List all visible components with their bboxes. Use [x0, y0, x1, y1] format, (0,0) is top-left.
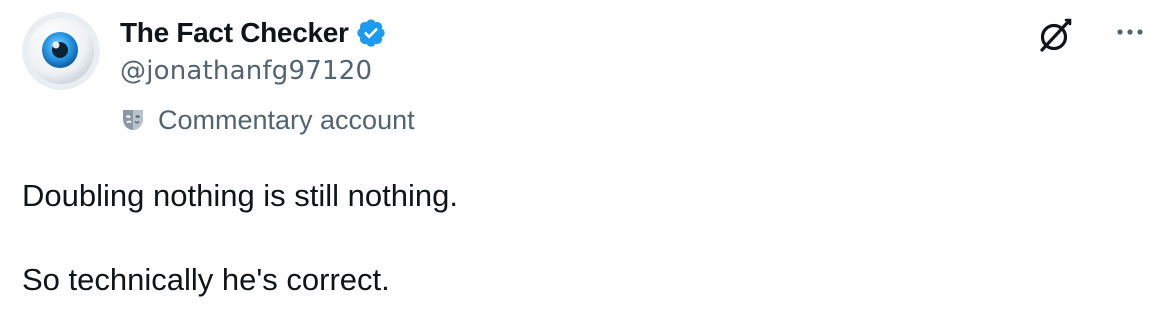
- verified-badge-icon[interactable]: [355, 17, 387, 49]
- tweet-text: Doubling nothing is still nothing. So te…: [22, 175, 1142, 301]
- display-name[interactable]: The Fact Checker: [120, 17, 349, 49]
- grok-icon: [1040, 18, 1072, 52]
- account-label[interactable]: Commentary account: [120, 100, 415, 140]
- more-horizontal-icon: [1117, 29, 1143, 35]
- name-row: The Fact Checker: [120, 14, 387, 52]
- tweet-card: The Fact Checker @jonathanfg97120 Commen…: [0, 0, 1172, 322]
- grok-button[interactable]: [1036, 16, 1074, 54]
- tweet-header: The Fact Checker @jonathanfg97120: [120, 14, 387, 88]
- eyeball-avatar-icon: [22, 12, 100, 90]
- avatar[interactable]: [22, 12, 100, 90]
- more-options-button[interactable]: [1110, 16, 1150, 48]
- tweet-paragraph: So technically he's correct.: [22, 262, 390, 297]
- tweet-paragraph: Doubling nothing is still nothing.: [22, 178, 458, 213]
- handle[interactable]: @jonathanfg97120: [120, 54, 387, 88]
- account-label-text: Commentary account: [158, 104, 415, 135]
- theater-mask-icon: [120, 107, 146, 133]
